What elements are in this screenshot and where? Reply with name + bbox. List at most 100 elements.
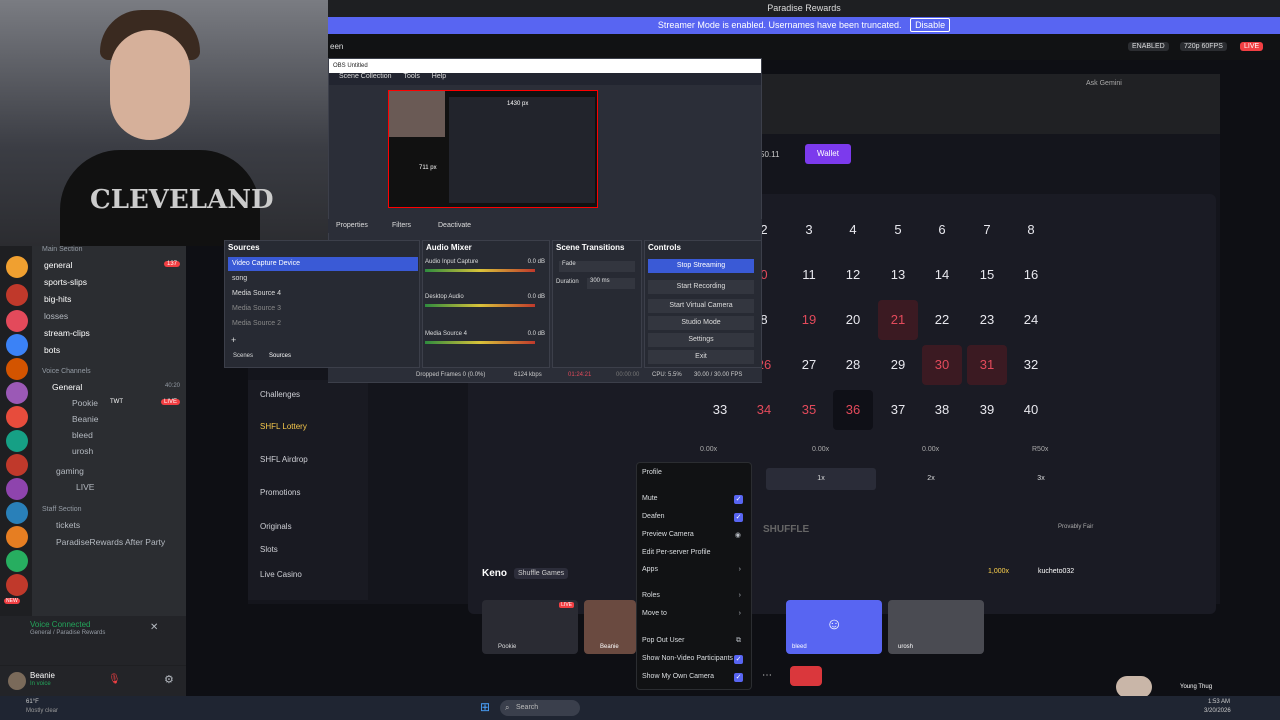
menu-apps[interactable]: Apps <box>642 566 658 573</box>
server-icon[interactable] <box>6 478 28 500</box>
nav-shfl-airdrop[interactable]: SHFL Airdrop <box>260 455 308 464</box>
start-icon[interactable]: ⊞ <box>480 700 490 714</box>
show-non-video-checkbox[interactable]: ✓ <box>734 655 743 664</box>
voice-user[interactable]: urosh <box>72 446 93 456</box>
keno-number[interactable]: 22 <box>922 300 962 340</box>
source-item[interactable]: Media Source 4 <box>228 287 418 301</box>
voice-location[interactable]: General / Paradise Rewards <box>30 630 105 636</box>
more-options-icon[interactable]: ⋯ <box>762 670 772 681</box>
nav-challenges[interactable]: Challenges <box>260 390 300 399</box>
server-icon[interactable] <box>6 406 28 428</box>
menu-edit-profile[interactable]: Edit Per-server Profile <box>642 549 710 556</box>
transition-select[interactable]: Fade <box>559 261 635 272</box>
section-voice[interactable]: Voice Channels <box>42 368 91 375</box>
keno-number[interactable]: 28 <box>833 345 873 385</box>
ask-gemini-button[interactable]: Ask Gemini <box>1086 80 1122 87</box>
keno-number[interactable]: 35 <box>789 390 829 430</box>
server-icon[interactable] <box>6 310 28 332</box>
keno-number[interactable]: 38 <box>922 390 962 430</box>
call-tile[interactable]: ☺ bleed <box>786 600 882 654</box>
exit-button[interactable]: Exit <box>648 350 754 364</box>
channel-after-party[interactable]: ParadiseRewards After Party <box>56 537 165 547</box>
keno-number[interactable]: 12 <box>833 255 873 295</box>
server-icon[interactable] <box>6 334 28 356</box>
channel-gaming[interactable]: gaming <box>56 466 84 476</box>
stop-streaming-button[interactable]: Stop Streaming <box>648 259 754 273</box>
menu-move-to[interactable]: Move to <box>642 610 667 617</box>
keno-number[interactable]: 3 <box>789 210 829 250</box>
menu-help[interactable]: Help <box>432 73 446 80</box>
keno-number[interactable]: 4 <box>833 210 873 250</box>
clock-date[interactable]: 3/20/2026 <box>1204 708 1231 714</box>
call-tile[interactable]: urosh <box>888 600 984 654</box>
menu-preview-camera[interactable]: Preview Camera <box>642 531 694 538</box>
call-tile[interactable]: LIVE Pookie <box>482 600 578 654</box>
nav-originals[interactable]: Originals <box>260 522 292 531</box>
channel-bots[interactable]: bots <box>44 345 60 355</box>
mute-checkbox[interactable]: ✓ <box>734 495 743 504</box>
studio-mode-button[interactable]: Studio Mode <box>648 316 754 330</box>
tab-scenes[interactable]: Scenes <box>233 353 253 359</box>
channel-tickets[interactable]: tickets <box>56 520 80 530</box>
menu-deafen[interactable]: Deafen <box>642 513 665 520</box>
channel-sports-slips[interactable]: sports-slips <box>44 277 87 287</box>
keno-number[interactable]: 14 <box>922 255 962 295</box>
properties-button[interactable]: Properties <box>336 222 368 229</box>
menu-tools[interactable]: Tools <box>403 73 419 80</box>
keno-number[interactable]: 8 <box>1011 210 1051 250</box>
server-icon[interactable] <box>6 550 28 572</box>
keno-number[interactable]: 19 <box>789 300 829 340</box>
keno-number[interactable]: 11 <box>789 255 829 295</box>
menu-roles[interactable]: Roles <box>642 592 660 599</box>
deactivate-button[interactable]: Deactivate <box>438 222 471 229</box>
nav-promotions[interactable]: Promotions <box>260 488 300 497</box>
voice-user[interactable]: bleed <box>72 430 93 440</box>
call-tile[interactable]: Beanie <box>584 600 636 654</box>
clock-time[interactable]: 1:53 AM <box>1208 699 1230 705</box>
keno-number[interactable]: 7 <box>967 210 1007 250</box>
keno-number[interactable]: 5 <box>878 210 918 250</box>
source-item[interactable]: Video Capture Device <box>228 257 418 271</box>
keno-number[interactable]: 13 <box>878 255 918 295</box>
keno-number[interactable]: 16 <box>1011 255 1051 295</box>
keno-number[interactable]: 34 <box>744 390 784 430</box>
nav-live-casino[interactable]: Live Casino <box>260 570 302 579</box>
keno-number[interactable]: 33 <box>700 390 740 430</box>
settings-button[interactable]: Settings <box>648 333 754 347</box>
server-icon[interactable] <box>6 454 28 476</box>
section-main[interactable]: Main Section <box>42 246 82 253</box>
obs-preview[interactable]: 1430 px 711 px <box>388 90 598 208</box>
section-staff[interactable]: Staff Section <box>42 506 82 513</box>
keno-number[interactable]: 31 <box>967 345 1007 385</box>
voice-user[interactable]: Pookie <box>72 398 98 408</box>
server-icon[interactable] <box>6 256 28 278</box>
keno-number[interactable]: 37 <box>878 390 918 430</box>
keno-number[interactable]: 21 <box>878 300 918 340</box>
keno-number[interactable]: 36 <box>833 390 873 430</box>
keno-number[interactable]: 15 <box>967 255 1007 295</box>
server-icon[interactable] <box>6 502 28 524</box>
disable-button[interactable]: Disable <box>910 18 951 32</box>
duration-input[interactable]: 300 ms <box>587 278 635 289</box>
start-recording-button[interactable]: Start Recording <box>648 280 754 294</box>
provably-fair-link[interactable]: Provably Fair <box>1058 524 1093 530</box>
wallet-button[interactable]: Wallet <box>805 144 851 164</box>
tab-sources[interactable]: Sources <box>269 353 291 359</box>
source-item[interactable]: Media Source 3 <box>228 302 418 316</box>
keno-number[interactable]: 32 <box>1011 345 1051 385</box>
channel-stream-clips[interactable]: stream-clips <box>44 328 90 338</box>
game-provider[interactable]: Shuffle Games <box>514 568 569 579</box>
weather-temp[interactable]: 61°F <box>26 699 39 705</box>
menu-mute[interactable]: Mute <box>642 495 658 502</box>
channel-big-hits[interactable]: big-hits <box>44 294 71 304</box>
avatar[interactable] <box>8 672 26 690</box>
show-own-camera-checkbox[interactable]: ✓ <box>734 673 743 682</box>
server-icon[interactable] <box>6 574 28 596</box>
disconnect-icon[interactable]: ✕ <box>150 622 158 633</box>
nav-slots[interactable]: Slots <box>260 545 278 554</box>
nav-shfl-lottery[interactable]: SHFL Lottery <box>260 422 307 431</box>
channel-general[interactable]: general <box>44 260 72 270</box>
keno-number[interactable]: 27 <box>789 345 829 385</box>
server-icon[interactable] <box>6 358 28 380</box>
keno-number[interactable]: 39 <box>967 390 1007 430</box>
